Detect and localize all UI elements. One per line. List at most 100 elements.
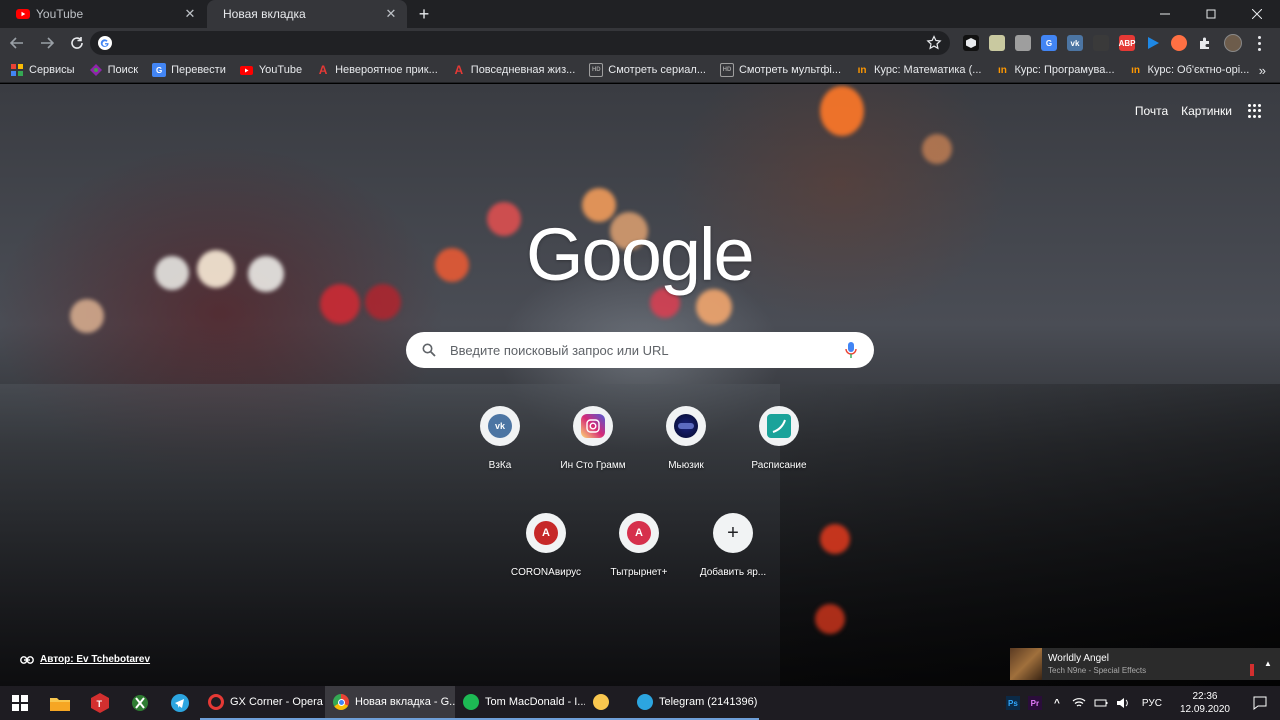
bookmark-series[interactable]: HD Смотреть сериал...: [589, 63, 706, 77]
taskbar-app-label: Telegram (2141396): [659, 696, 758, 708]
chevron-right-double-icon[interactable]: »: [1259, 63, 1266, 78]
background-bokeh: [70, 299, 104, 333]
bookmark-services[interactable]: Сервисы: [10, 63, 75, 77]
shortcut-label: Тытрырнет+: [610, 567, 668, 578]
battery-icon[interactable]: [1094, 696, 1108, 710]
clock-date: 12.09.2020: [1179, 704, 1230, 715]
bookmark-course-programming[interactable]: ın Курс: Програмува...: [995, 63, 1115, 77]
taskbar-app-spotify[interactable]: Tom MacDonald - I...: [455, 686, 585, 720]
bookmark-everyday-life[interactable]: A Повседневная жиз...: [452, 63, 575, 77]
shortcut-vk[interactable]: vk ВзКа: [452, 406, 548, 486]
bookmark-label: Курс: Програмува...: [1014, 64, 1115, 76]
clock[interactable]: 22:36 12.09.2020: [1180, 690, 1230, 716]
wifi-icon[interactable]: [1072, 696, 1086, 710]
play-icon[interactable]: [1145, 35, 1161, 51]
close-icon[interactable]: ✕: [182, 6, 198, 22]
search-input[interactable]: [450, 342, 844, 358]
forward-arrow-icon[interactable]: [34, 30, 60, 56]
add-shortcut-button[interactable]: + Добавить яр...: [685, 513, 781, 593]
menu-dots-icon[interactable]: [1252, 34, 1266, 52]
opera-icon: [208, 694, 224, 710]
shortcut-schedule[interactable]: Расписание: [731, 406, 827, 486]
bookmark-search[interactable]: Поиск: [89, 63, 138, 77]
warning-icon: [593, 694, 609, 710]
bookmark-translate[interactable]: G Перевести: [152, 63, 226, 77]
bookmark-label: Курс: Математика (...: [874, 64, 982, 76]
chevron-up-icon[interactable]: ^: [1050, 696, 1064, 710]
shield-icon[interactable]: [1093, 35, 1109, 51]
extensions-puzzle-icon[interactable]: [1197, 35, 1213, 51]
box-icon[interactable]: [963, 35, 979, 51]
taskbar-app-label: Tom MacDonald - I...: [485, 696, 585, 708]
bookmark-incredible[interactable]: A Невероятное прик...: [316, 63, 438, 77]
close-window-icon[interactable]: [1234, 0, 1280, 28]
taskbar-app-chrome[interactable]: Новая вкладка - G...: [325, 686, 455, 720]
speaker-icon[interactable]: [1116, 696, 1130, 710]
back-arrow-icon[interactable]: [4, 30, 30, 56]
qr-icon[interactable]: [989, 35, 1005, 51]
hd-icon: HD: [719, 63, 734, 77]
bookmark-cartoons[interactable]: HD Смотреть мультфі...: [719, 63, 841, 77]
file-explorer-icon[interactable]: [40, 686, 80, 720]
bookmark-course-oop[interactable]: ın Курс: Об'єктно-орі...: [1129, 63, 1250, 77]
address-bar[interactable]: [90, 31, 950, 55]
mail-link[interactable]: Почта: [1135, 104, 1168, 118]
premiere-icon[interactable]: Pr: [1027, 696, 1042, 710]
translate-icon[interactable]: G: [1041, 35, 1057, 51]
telegram-icon[interactable]: [160, 686, 200, 720]
background-author-link[interactable]: Автор: Ev Tchebotarev: [20, 654, 150, 665]
new-tab-button[interactable]: +: [414, 4, 434, 24]
tab-new-tab[interactable]: Новая вкладка ✕: [207, 0, 407, 28]
search-colorful-icon: [89, 63, 103, 77]
language-indicator[interactable]: РУС: [1142, 698, 1162, 709]
close-icon[interactable]: ✕: [383, 6, 399, 22]
taskbar-app-telegram[interactable]: Telegram (2141396): [629, 686, 759, 720]
tab-youtube[interactable]: YouTube ✕: [0, 0, 206, 28]
shortcut-coronavirus[interactable]: A CORONAвирус: [498, 513, 594, 593]
bookmark-label: Поиск: [107, 64, 139, 76]
xbox-icon[interactable]: [120, 686, 160, 720]
minimize-icon[interactable]: [1142, 0, 1188, 28]
apps-icon: [10, 63, 24, 77]
photoshop-icon[interactable]: Ps: [1005, 696, 1020, 710]
vk-icon[interactable]: vk: [1067, 35, 1083, 51]
background-bokeh: [197, 250, 235, 288]
maximize-icon[interactable]: [1188, 0, 1234, 28]
prometheus-icon: ın: [1131, 64, 1140, 76]
reload-icon[interactable]: [64, 30, 90, 56]
bookmark-label: Курс: Об'єктно-орі...: [1147, 64, 1250, 76]
search-box[interactable]: [406, 332, 874, 368]
taskbar-app-opera[interactable]: GX Corner - Opera: [200, 686, 325, 720]
top-links: Почта Картинки: [1122, 104, 1262, 118]
microphone-icon[interactable]: [844, 341, 858, 359]
taskbar-app-warning[interactable]: [585, 686, 629, 720]
adblock-icon[interactable]: ABP: [1119, 35, 1135, 51]
puzzle-gray-icon[interactable]: [1015, 35, 1031, 51]
images-link[interactable]: Картинки: [1181, 104, 1232, 118]
telegram-icon: [637, 694, 653, 710]
bookmark-label: YouTube: [258, 64, 303, 76]
windows-start-icon[interactable]: [0, 686, 40, 720]
profile-avatar[interactable]: [1224, 34, 1242, 52]
apps-grid-icon[interactable]: [1248, 104, 1262, 118]
bookmarks-bar: Сервисы Поиск G Перевести YouTube A Неве…: [0, 58, 1280, 83]
bookmark-course-math[interactable]: ın Курс: Математика (...: [855, 63, 982, 77]
tab-title: YouTube: [36, 7, 84, 21]
google-g-icon: [98, 36, 112, 50]
chevron-up-icon[interactable]: ▲: [1262, 658, 1274, 670]
star-icon[interactable]: [926, 35, 942, 51]
globe-icon[interactable]: [1171, 35, 1187, 51]
bookmark-youtube[interactable]: YouTube: [240, 63, 302, 77]
shortcut-music[interactable]: Мьюзик: [638, 406, 734, 486]
link-icon: [20, 655, 34, 664]
notification-icon[interactable]: [1240, 686, 1280, 720]
t-app-icon[interactable]: T: [80, 686, 120, 720]
shortcut-label: Добавить яр...: [699, 567, 767, 578]
author-text: Автор: Ev Tchebotarev: [40, 654, 151, 665]
vk-icon: vk: [480, 406, 520, 446]
letter-a-icon: A: [318, 63, 328, 77]
shortcut-instagram[interactable]: Ин Сто Грамм: [545, 406, 641, 486]
media-notification[interactable]: Worldly Angel Tech N9ne - Special Effect…: [1010, 648, 1280, 680]
background-bokeh: [155, 256, 189, 290]
shortcut-tytyrnet[interactable]: A Тытрырнет+: [591, 513, 687, 593]
